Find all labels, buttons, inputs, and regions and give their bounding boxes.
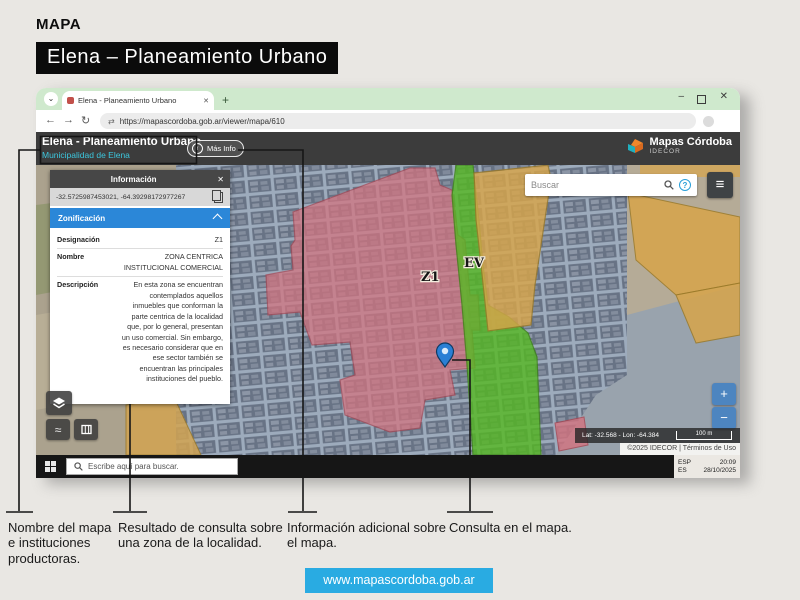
callout-line-a [6,150,40,512]
copy-icon[interactable] [214,192,223,203]
browser-tab[interactable]: Elena - Planeamiento Urbano ✕ [62,91,214,110]
annotation-map-name: Nombre del mapa e instituciones producto… [8,520,114,566]
info-panel: Información ✕ -32.5725987453021, -64.392… [50,170,230,404]
brand-subname: IDECOR [649,148,732,156]
window-maximize-button[interactable] [697,95,706,104]
browser-url-row: ← → ↻ ⇄ https://mapascordoba.gob.ar/view… [36,110,740,132]
search-icon [74,462,83,471]
map-search-box[interactable]: Buscar ? [525,174,697,196]
scale-bar: 100 m [676,431,732,440]
site-settings-icon[interactable]: ⇄ [108,117,115,126]
map-producer: Municipalidad de Elena [42,150,130,160]
attribute-row: Descripción En esta zona se encuentran c… [57,277,223,387]
windows-start-button[interactable] [45,461,57,473]
chevron-up-icon [213,213,223,223]
attribute-value: En esta zona se encuentran contemplados … [119,280,223,384]
poster-title: Elena – Planeamiento Urbano [36,42,338,74]
tray-date: 28/10/2025 [703,467,736,475]
search-icon[interactable] [664,180,674,190]
zoom-out-button[interactable]: − [712,407,736,429]
browser-window: ⌄ Elena - Planeamiento Urbano ✕ + – ✕ ← … [36,88,740,478]
coordinates-row: -32.5725987453021, -64.39298172977267 [50,188,230,206]
brand-block: Mapas Córdoba IDECOR [627,137,732,156]
back-icon[interactable]: ← [45,114,56,126]
tab-search-chevron-icon[interactable]: ⌄ [44,92,58,106]
url-text: https://mapascordoba.gob.ar/viewer/mapa/… [120,117,285,126]
poster-kicker: MAPA [36,16,81,33]
attribute-row: Nombre ZONA CENTRICA INSTITUCIONAL COMER… [57,249,223,277]
tab-close-icon[interactable]: ✕ [203,97,209,105]
attribute-label: Designación [57,235,119,245]
tutorial-poster: MAPA Elena – Planeamiento Urbano ⌄ Elena… [0,0,800,600]
map-title: Elena - Planeamiento Urbano [42,136,201,148]
annotation-query-result: Resultado de consulta sobre una zona de … [118,520,284,551]
browser-tab-bar: ⌄ Elena - Planeamiento Urbano ✕ + – ✕ [36,88,740,110]
coordinates-bar: Lat: -32.568 - Lon: -64.384 100 m [575,428,740,443]
info-panel-header: Información ✕ [50,170,230,188]
menu-button[interactable]: ≡ [707,172,733,198]
zone-label-z1: Z1 [421,270,440,285]
profile-avatar[interactable] [703,116,714,127]
favicon-icon [67,97,74,104]
map-icon [81,424,92,435]
layers-button[interactable] [46,391,72,415]
zone-label-ev: EV [464,256,485,271]
help-icon[interactable]: ? [679,179,691,191]
tray-lang: ESP [678,459,691,467]
taskbar-search[interactable]: Escribe aquí para buscar. [66,458,238,475]
tab-title: Elena - Planeamiento Urbano [78,96,200,105]
coordinates-value: -32.5725987453021, -64.39298172977267 [56,194,214,201]
attribute-label: Nombre [57,252,119,273]
attribute-row: Designación Z1 [57,232,223,249]
elevation-profile-button[interactable]: ≈ [46,419,70,440]
taskbar-search-placeholder: Escribe aquí para buscar. [88,462,179,471]
forward-icon[interactable]: → [63,114,74,126]
annotation-map-query: Consulta en el mapa. [449,520,649,535]
new-tab-button[interactable]: + [222,93,229,107]
map-viewport[interactable]: Z1 EV Buscar ? ≡ Información ✕ [36,165,740,455]
mas-info-button[interactable]: i Más Info [187,140,244,157]
info-panel-title: Información [50,175,217,184]
mapas-cordoba-logo-icon [627,138,644,156]
layers-icon [52,396,66,410]
tray-lang2: ES [678,467,687,475]
url-bar[interactable]: ⇄ https://mapascordoba.gob.ar/viewer/map… [100,113,696,129]
attribute-value: Z1 [119,235,223,245]
latlon-readout: Lat: -32.568 - Lon: -64.384 [582,432,676,439]
info-panel-body: Designación Z1 Nombre ZONA CENTRICA INST… [50,228,230,392]
windows-taskbar: Escribe aquí para buscar. ESP 20:09 ES 2… [36,455,740,478]
brand-name: Mapas Córdoba [649,137,732,148]
close-icon[interactable]: ✕ [217,175,224,184]
map-attribution[interactable]: ©2025 IDECOR | Términos de Uso [620,443,740,455]
mas-info-label: Más Info [207,144,236,153]
reload-icon[interactable]: ↻ [81,114,90,127]
annotation-additional-info: Información adicional sobre el mapa. [287,520,447,551]
attribute-value: ZONA CENTRICA INSTITUCIONAL COMERCIAL [119,252,223,273]
map-app-header: Elena - Planeamiento Urbano Municipalida… [36,132,740,165]
zonificacion-section-header[interactable]: Zonificación [50,208,230,228]
window-close-button[interactable]: ✕ [720,91,728,102]
footer-url-banner: www.mapascordoba.gob.ar [305,568,493,593]
map-search-placeholder: Buscar [531,180,664,190]
info-icon: i [192,143,203,154]
basemap-button[interactable] [74,419,98,440]
attribute-label: Descripción [57,280,119,384]
zonificacion-title: Zonificación [58,214,214,223]
system-tray[interactable]: ESP 20:09 ES 28/10/2025 [674,455,740,478]
window-minimize-button[interactable]: – [678,91,684,102]
tray-time: 20:09 [720,459,736,467]
map-pin-dot [442,348,448,354]
zoom-in-button[interactable]: + [712,383,736,405]
